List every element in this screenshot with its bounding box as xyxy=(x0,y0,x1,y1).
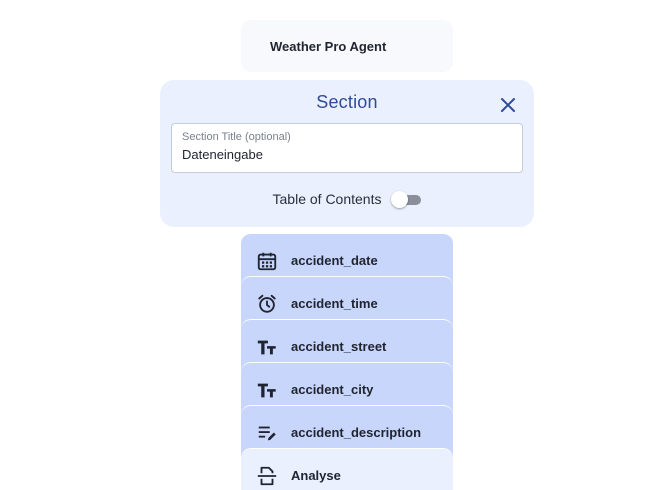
agent-name: Weather Pro Agent xyxy=(270,38,387,54)
field-card-label: accident_city xyxy=(291,382,374,397)
field-card-label: accident_time xyxy=(291,296,378,311)
canvas: Weather Pro Agent Section Section Title … xyxy=(0,0,662,490)
field-card-label: Analyse xyxy=(291,468,341,483)
toc-row: Table of Contents xyxy=(160,188,534,210)
toc-label: Table of Contents xyxy=(272,191,382,207)
calendar-icon xyxy=(256,250,278,272)
close-icon[interactable] xyxy=(499,96,517,114)
text-type-icon xyxy=(256,379,278,401)
field-card-label: accident_description xyxy=(291,425,422,440)
agent-node[interactable]: Weather Pro Agent xyxy=(241,20,453,72)
document-scanner-icon xyxy=(256,465,278,487)
section-title-label: Section Title (optional) xyxy=(182,131,291,143)
alarm-clock-icon xyxy=(256,293,278,315)
field-card-label: accident_date xyxy=(291,253,378,268)
section-heading: Section xyxy=(316,92,378,112)
toc-toggle[interactable] xyxy=(391,189,422,209)
field-card-label: accident_street xyxy=(291,339,387,354)
edit-notes-icon xyxy=(256,422,278,444)
section-editor-panel: Section Section Title (optional) Table o… xyxy=(160,80,534,227)
toggle-thumb xyxy=(391,191,409,208)
text-type-icon xyxy=(256,336,278,358)
section-title-input[interactable] xyxy=(182,147,502,162)
section-title-field[interactable]: Section Title (optional) xyxy=(171,123,523,173)
field-card[interactable]: Analyse xyxy=(241,448,453,490)
